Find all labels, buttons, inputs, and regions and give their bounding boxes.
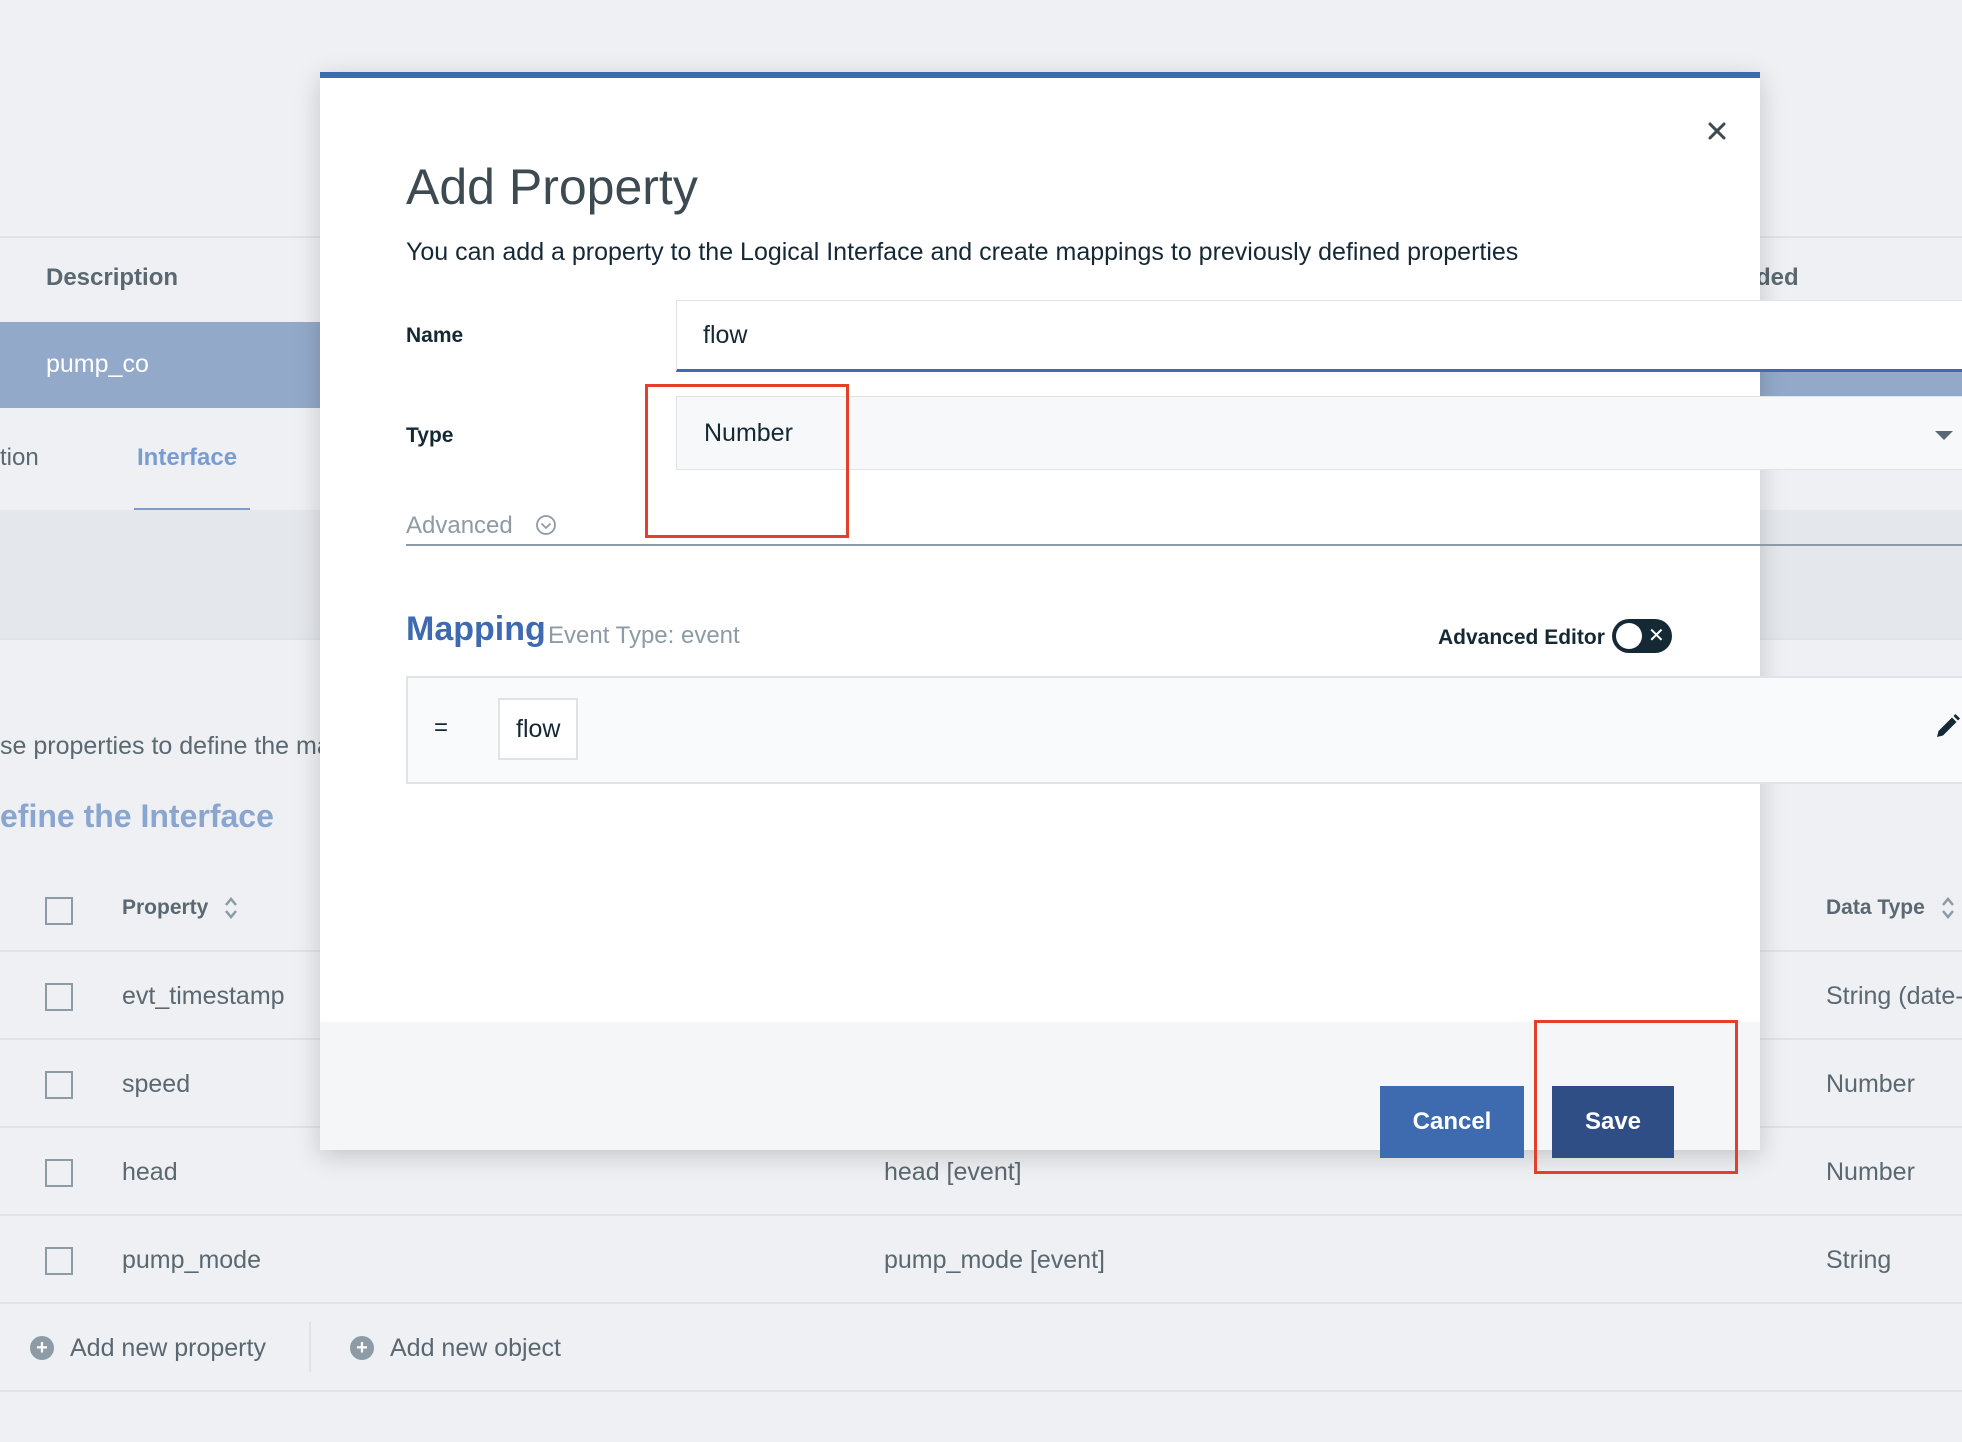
pencil-icon[interactable] [1932,712,1962,742]
advanced-editor-toggle[interactable]: ✕ [1612,619,1672,653]
column-header-label: Property [122,896,209,919]
row-property: head [122,1158,178,1186]
column-header-description[interactable]: Description [46,264,178,292]
row-property: evt_timestamp [122,982,285,1010]
link-label: Add new property [70,1334,266,1362]
chevron-down-icon [1935,431,1953,440]
equals-sign: = [434,714,449,741]
row-mapping: pump_mode [event] [884,1246,1105,1274]
row-mapping: head [event] [884,1158,1022,1186]
cancel-button[interactable]: Cancel [1380,1086,1524,1158]
row-type: String [1826,1246,1892,1274]
add-new-property-link[interactable]: + Add new property [30,1334,266,1363]
row-checkbox[interactable] [45,1247,73,1275]
link-label: Add new object [390,1334,561,1362]
row-type: Number [1826,1158,1915,1186]
row-property: speed [122,1070,191,1098]
type-select[interactable]: Number [676,396,1962,470]
mapping-event-type: Event Type: event [548,622,740,649]
advanced-editor-label: Advanced Editor [1438,626,1605,649]
section-title: efine the Interface [0,798,274,834]
modal-title: Add Property [406,159,698,215]
sort-icon [1941,897,1954,920]
mapping-title: Mapping [406,610,546,648]
select-all-checkbox[interactable] [45,897,73,925]
mapping-chip[interactable]: flow [498,698,579,760]
row-checkbox[interactable] [45,1071,73,1099]
divider [0,1390,1962,1392]
modal-footer [320,1022,1760,1150]
intro-text: se properties to define the ma [0,732,331,760]
toggle-knob [1616,623,1642,649]
circle-chevron-down-icon [536,515,557,535]
divider [0,1302,1962,1304]
tab-partial[interactable]: tion [0,444,39,472]
plus-circle-icon: + [350,1336,374,1360]
row-type: String (date- [1826,982,1962,1010]
sort-icon [225,897,238,920]
add-property-modal: Add Property You can add a property to t… [320,72,1962,1158]
type-label: Type [406,424,454,447]
divider [309,1322,311,1372]
column-header-data-type[interactable]: Data Type [1826,896,1955,920]
mapping-expression: = flow [406,676,1962,784]
save-button[interactable]: Save [1552,1086,1674,1158]
close-icon[interactable] [1702,116,1732,146]
name-input[interactable] [676,300,1962,372]
tab-interface[interactable]: Interface [137,444,237,472]
row-checkbox[interactable] [45,1159,73,1187]
add-new-object-link[interactable]: + Add new object [350,1334,561,1363]
column-header-partial[interactable]: ded [1756,264,1799,292]
row-property: pump_mode [122,1246,261,1274]
row-checkbox[interactable] [45,983,73,1011]
type-select-value: Number [704,419,793,447]
divider [0,1214,1962,1216]
x-icon: ✕ [1648,625,1665,647]
advanced-label: Advanced [406,512,513,539]
column-header-label: Data Type [1826,896,1925,919]
name-label: Name [406,324,464,347]
row-name: pump_co [46,350,149,378]
modal-description: You can add a property to the Logical In… [406,238,1519,266]
advanced-toggle[interactable]: Advanced [406,512,557,540]
plus-circle-icon: + [30,1336,54,1360]
column-header-property[interactable]: Property [122,896,238,920]
divider [406,544,1962,546]
row-type: Number [1826,1070,1915,1098]
